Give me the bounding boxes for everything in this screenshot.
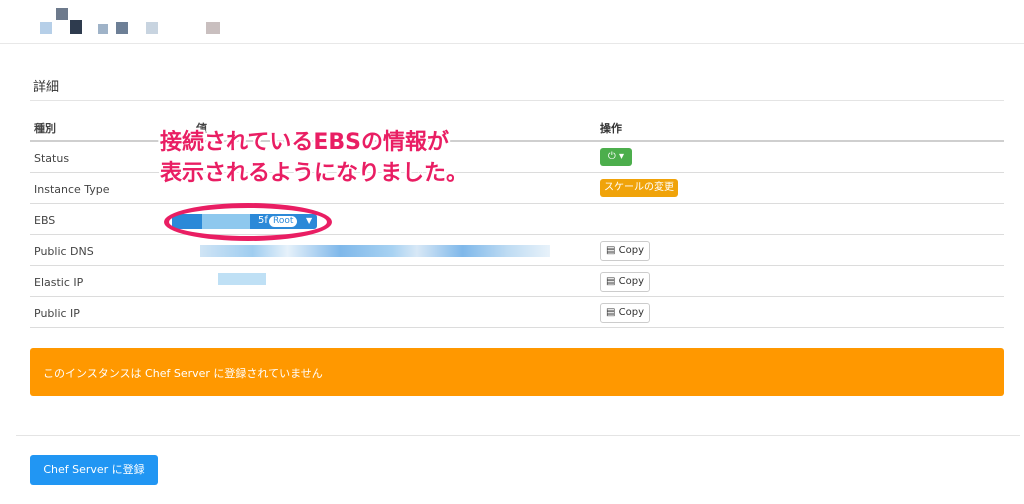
row-label: EBS	[34, 214, 56, 227]
chef-warning-alert: このインスタンスは Chef Server に登録されていません	[30, 348, 1004, 396]
clipboard-icon: ▤	[606, 245, 616, 256]
blurred-logo-block	[116, 22, 128, 34]
copy-button[interactable]: ▤ Copy	[600, 272, 651, 292]
footer-divider	[16, 435, 1020, 436]
blurred-logo-block	[70, 20, 82, 34]
blurred-logo-block	[56, 8, 68, 20]
annotation-line-2: 表示されるようになりました。	[160, 161, 469, 186]
section-divider	[30, 100, 1004, 101]
row-label: Elastic IP	[34, 276, 84, 289]
row-label: Status	[34, 152, 70, 165]
row-label: Public DNS	[34, 245, 94, 258]
section-title: 詳細	[33, 80, 60, 95]
blurred-logo-block	[146, 22, 158, 34]
chevron-down-icon: ▾	[619, 151, 625, 162]
blurred-logo-block	[40, 22, 52, 34]
header-kind: 種別	[34, 122, 56, 135]
copy-button[interactable]: ▤ Copy	[600, 303, 651, 323]
clipboard-icon: ▤	[606, 307, 616, 318]
blurred-logo-block	[206, 22, 220, 34]
power-icon: ⏻	[607, 151, 616, 162]
table-row-elastic-ip: Elastic IP ▤ Copy	[30, 266, 1004, 297]
blurred-logo-block	[98, 24, 108, 34]
table-row-public-ip: Public IP ▤ Copy	[30, 297, 1004, 328]
scale-change-button[interactable]: スケールの変更	[600, 179, 678, 197]
clipboard-icon: ▤	[606, 276, 616, 287]
row-label: Public IP	[34, 307, 80, 320]
copy-button[interactable]: ▤ Copy	[600, 241, 651, 261]
redacted-public-dns	[200, 245, 550, 257]
annotation-callout: 接続されているEBSの情報が 表示されるようになりました。	[160, 127, 468, 189]
highlight-ellipse	[164, 203, 332, 241]
status-power-button[interactable]: ⏻ ▾	[600, 148, 632, 166]
annotation-line-1: 接続されているEBSの情報が	[160, 130, 449, 155]
header-operation: 操作	[600, 122, 622, 135]
alert-text: このインスタンスは Chef Server に登録されていません	[43, 367, 323, 380]
register-chef-server-button[interactable]: Chef Server に登録	[30, 455, 158, 485]
top-navigation-bar	[0, 0, 1024, 44]
redacted-elastic-ip	[218, 273, 266, 285]
row-label: Instance Type	[34, 183, 110, 196]
